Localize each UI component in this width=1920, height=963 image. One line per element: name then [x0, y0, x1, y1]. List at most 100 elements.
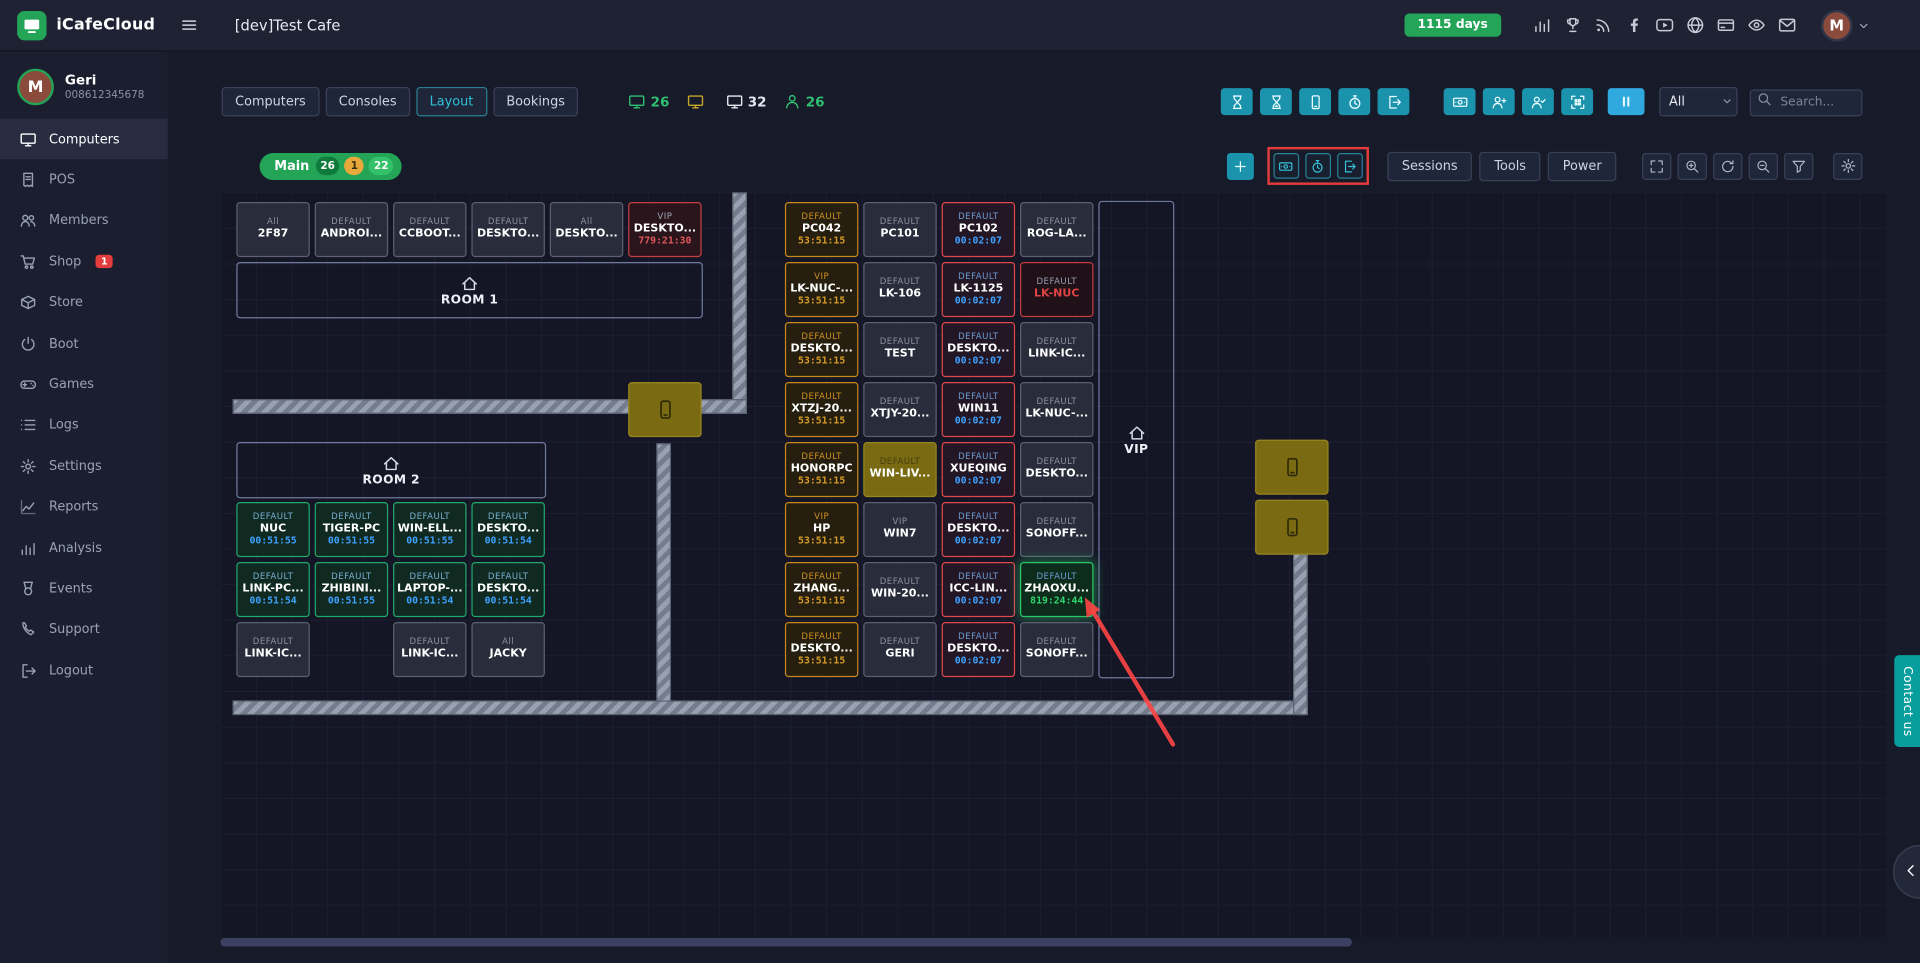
tab-computers[interactable]: Computers	[221, 86, 320, 117]
computer-tile[interactable]: DEFAULT ZHAOXU... 819:24:44	[1020, 562, 1094, 618]
computer-tile[interactable]: DEFAULT ZHIBINI... 00:51:55	[314, 562, 389, 618]
computer-tile[interactable]: DEFAULT ANDROI...	[314, 202, 389, 258]
sidebar-item-logs[interactable]: Logs	[0, 405, 168, 446]
add-computer-button[interactable]	[1226, 152, 1254, 180]
sidebar-item-reports[interactable]: Reports	[0, 487, 168, 528]
computer-tile[interactable]: DEFAULT ZHANG... 53:51:15	[784, 562, 859, 618]
sidebar-item-settings[interactable]: Settings	[0, 446, 168, 487]
sidebar-item-events[interactable]: Events	[0, 569, 168, 610]
computer-tile[interactable]: VIP HP 53:51:15	[784, 502, 859, 558]
computer-tile[interactable]: DEFAULT ICC-LIN... 00:02:07	[941, 562, 1016, 618]
computer-tile[interactable]: DEFAULT LINK-IC...	[393, 622, 467, 678]
computer-tile[interactable]: DEFAULT DESKTO...	[1020, 442, 1094, 498]
computer-tile[interactable]: VIP DESKTO... 779:21:30	[628, 202, 702, 258]
waiting-sessions-button[interactable]	[1220, 88, 1253, 116]
sidebar-item-support[interactable]: Support	[0, 609, 168, 650]
zone-pill-main[interactable]: Main 26 1 22	[259, 152, 402, 180]
facebook-icon[interactable]	[1625, 16, 1643, 34]
zoom-in-button[interactable]	[1677, 152, 1707, 180]
horizontal-scrollbar[interactable]	[220, 937, 1352, 947]
computer-tile[interactable]: All JACKY	[471, 622, 545, 678]
computer-tile[interactable]: DEFAULT TEST	[863, 322, 937, 378]
sidebar-item-members[interactable]: Members	[0, 201, 168, 242]
power-button[interactable]: Power	[1548, 151, 1617, 181]
search-input[interactable]	[1749, 89, 1863, 117]
computer-tile[interactable]: DEFAULT XTJY-20...	[863, 382, 937, 438]
computer-tile[interactable]: DEFAULT DESKTO... 00:51:54	[471, 502, 545, 558]
computer-tile[interactable]: DEFAULT PC042 53:51:15	[784, 202, 859, 258]
sidebar-item-computers[interactable]: Computers	[0, 118, 168, 160]
computer-tile[interactable]: DEFAULT LK-1125 00:02:07	[941, 262, 1016, 318]
computer-tile[interactable]: DEFAULT GERI	[863, 622, 937, 678]
sidebar-item-analysis[interactable]: Analysis	[0, 528, 168, 569]
tab-layout[interactable]: Layout	[416, 86, 487, 117]
computer-tile[interactable]: DEFAULT PC102 00:02:07	[941, 202, 1016, 258]
trophy-icon[interactable]	[1564, 16, 1582, 34]
sidebar-item-shop[interactable]: Shop 1	[0, 241, 168, 282]
computer-tile[interactable]: DEFAULT XTZJ-20... 53:51:15	[784, 382, 859, 438]
payment-icon[interactable]	[1717, 16, 1735, 34]
sidebar-item-logout[interactable]: Logout	[0, 650, 168, 691]
computer-tile[interactable]: DEFAULT DESKTO... 00:02:07	[941, 502, 1016, 558]
add-guest-button[interactable]	[1522, 88, 1554, 116]
computer-tile[interactable]: DEFAULT CCBOOT...	[393, 202, 467, 258]
computer-tile[interactable]: VIP LK-NUC-... 53:51:15	[784, 262, 859, 318]
quick-checkout-button[interactable]	[1336, 153, 1363, 179]
computer-tile[interactable]: DEFAULT LK-NUC-...	[1020, 382, 1094, 438]
expired-sessions-button[interactable]	[1260, 88, 1292, 116]
contact-us-button[interactable]: Contact us	[1894, 655, 1920, 747]
computer-tile[interactable]: DEFAULT LINK-IC...	[1020, 322, 1094, 378]
menu-toggle-button[interactable]	[180, 16, 198, 34]
mobile-device-tile[interactable]	[1255, 499, 1329, 555]
computer-tile[interactable]: DEFAULT LINK-IC...	[236, 622, 310, 678]
computer-tile[interactable]: DEFAULT LAPTOP-... 00:51:54	[393, 562, 467, 618]
timer-button[interactable]	[1338, 88, 1371, 116]
computer-tile[interactable]: DEFAULT ROG-LA...	[1020, 202, 1094, 258]
computer-tile[interactable]: DEFAULT NUC 00:51:55	[236, 502, 310, 558]
user-avatar[interactable]: M	[1820, 9, 1853, 42]
computer-tile[interactable]: DEFAULT DESKTO... 53:51:15	[784, 322, 859, 378]
sidebar-user-block[interactable]: M Geri 008612345678	[0, 51, 168, 118]
chat-widget-button[interactable]	[1893, 844, 1920, 899]
filter-button[interactable]	[1784, 152, 1814, 180]
computer-tile[interactable]: DEFAULT WIN-ELL... 00:51:55	[393, 502, 467, 558]
sidebar-item-store[interactable]: Store	[0, 282, 168, 323]
zoom-out-button[interactable]	[1748, 152, 1778, 180]
eye-icon[interactable]	[1747, 16, 1765, 34]
computer-tile[interactable]: DEFAULT WIN11 00:02:07	[941, 382, 1016, 438]
computer-tile[interactable]: DEFAULT LK-NUC	[1020, 262, 1094, 318]
computer-tile[interactable]: DEFAULT HONORPC 53:51:15	[784, 442, 859, 498]
filter-select[interactable]: All	[1659, 86, 1738, 117]
layout-settings-button[interactable]	[1833, 152, 1863, 180]
tab-bookings[interactable]: Bookings	[492, 86, 579, 117]
computer-tile[interactable]: DEFAULT DESKTO... 00:02:07	[941, 322, 1016, 378]
rss-icon[interactable]	[1594, 16, 1612, 34]
computer-tile[interactable]: DEFAULT WIN-LIV...	[863, 442, 937, 498]
mail-icon[interactable]	[1778, 16, 1796, 34]
tab-consoles[interactable]: Consoles	[325, 86, 410, 117]
youtube-icon[interactable]	[1656, 16, 1674, 34]
computer-tile[interactable]: DEFAULT PC101	[863, 202, 937, 258]
sidebar-item-games[interactable]: Games	[0, 364, 168, 405]
mobile-device-tile[interactable]	[628, 382, 702, 438]
computer-tile[interactable]: VIP WIN7	[863, 502, 937, 558]
computer-tile[interactable]: DEFAULT DESKTO...	[471, 202, 545, 258]
computer-tile[interactable]: DEFAULT LK-106	[863, 262, 937, 318]
computer-tile[interactable]: All 2F87	[236, 202, 310, 258]
scan-button[interactable]	[1561, 88, 1594, 116]
globe-icon[interactable]	[1686, 16, 1704, 34]
computer-tile[interactable]: DEFAULT SONOFF...	[1020, 622, 1094, 678]
reset-view-button[interactable]	[1713, 152, 1743, 180]
mobile-app-button[interactable]	[1299, 88, 1332, 116]
add-member-button[interactable]	[1482, 88, 1515, 116]
quick-timer-button[interactable]	[1305, 153, 1331, 179]
sidebar-item-boot[interactable]: Boot	[0, 323, 168, 364]
sidebar-item-pos[interactable]: POS	[0, 160, 168, 201]
checkout-button[interactable]	[1377, 88, 1410, 116]
quick-topup-button[interactable]	[1273, 153, 1299, 179]
chevron-down-icon[interactable]	[1856, 18, 1871, 33]
computer-tile[interactable]: DEFAULT DESKTO... 00:51:54	[471, 562, 545, 618]
computer-tile[interactable]: All DESKTO...	[549, 202, 624, 258]
computer-tile[interactable]: DEFAULT DESKTO... 53:51:15	[784, 622, 859, 678]
fullscreen-button[interactable]	[1642, 152, 1672, 180]
